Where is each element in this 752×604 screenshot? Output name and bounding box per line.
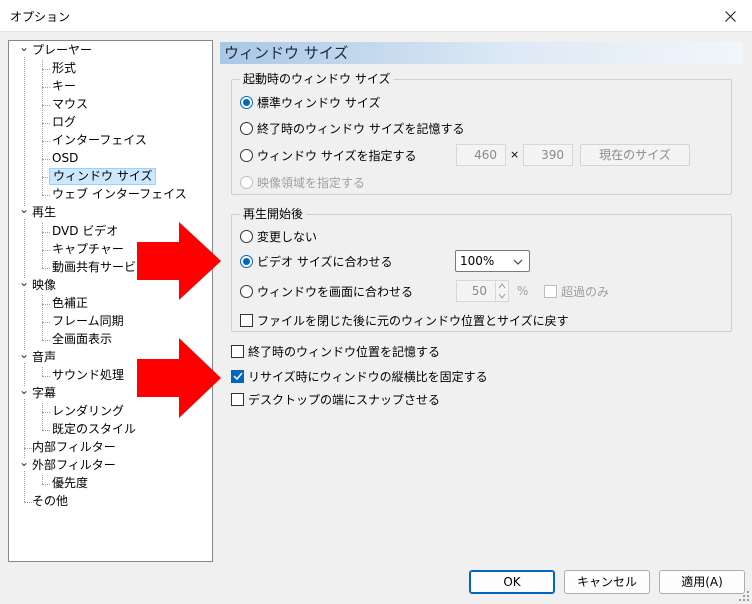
tree-item[interactable]: 内部フィルター bbox=[29, 439, 119, 456]
radio-no-change-label: 変更しない bbox=[257, 229, 318, 244]
checkbox-icon bbox=[231, 344, 244, 358]
radio-specify-size[interactable]: ウィンドウ サイズを指定する bbox=[240, 146, 416, 164]
tree-item[interactable]: キャプチャー bbox=[49, 241, 127, 258]
checkbox-icon bbox=[231, 392, 244, 406]
tree-item[interactable]: DVD ビデオ bbox=[49, 223, 121, 240]
percent-unit: % bbox=[517, 284, 529, 298]
checkbox-icon bbox=[240, 313, 253, 327]
radio-standard-size[interactable]: 標準ウィンドウ サイズ bbox=[240, 93, 380, 111]
radio-standard-size-label: 標準ウィンドウ サイズ bbox=[257, 95, 381, 110]
radio-specify-size-label: ウィンドウ サイズを指定する bbox=[257, 148, 417, 163]
screen-percent-spinner[interactable] bbox=[495, 280, 509, 302]
radio-icon bbox=[240, 284, 253, 298]
tree-item[interactable]: 外部フィルター bbox=[29, 457, 119, 474]
radio-icon bbox=[240, 148, 253, 162]
radio-icon bbox=[240, 229, 253, 243]
radio-no-change[interactable]: 変更しない bbox=[240, 227, 317, 245]
window-title: オプション bbox=[10, 10, 71, 24]
tree-item[interactable]: プレーヤー bbox=[29, 42, 95, 59]
tree-item[interactable]: 形式 bbox=[49, 60, 79, 77]
checkbox-icon bbox=[544, 284, 557, 298]
tree-item[interactable]: 動画共有サービス bbox=[49, 259, 151, 276]
times-sign: × bbox=[510, 148, 520, 161]
tree-connector-line bbox=[42, 403, 43, 431]
tree-item[interactable]: 色補正 bbox=[49, 295, 91, 312]
page-title: ウィンドウ サイズ bbox=[220, 42, 743, 64]
radio-video-area[interactable]: 映像領域を指定する bbox=[240, 173, 365, 191]
radio-video-area-label: 映像領域を指定する bbox=[257, 175, 366, 190]
height-input[interactable]: 390 bbox=[523, 144, 573, 166]
options-tree[interactable]: ⌄ プレーヤー 形式 キー マウス ログ インターフェイス OSD ウィンドウ サイズ ウェブ イ… bbox=[8, 40, 213, 562]
checkbox-lock-aspect-label: リサイズ時にウィンドウの縦横比を固定する bbox=[248, 369, 488, 384]
checkbox-lock-aspect[interactable]: リサイズ時にウィンドウの縦横比を固定する bbox=[231, 367, 488, 385]
tree-item[interactable]: 字幕 bbox=[29, 385, 59, 402]
spin-up-icon bbox=[498, 283, 506, 289]
apply-button[interactable]: 適用(A) bbox=[659, 570, 745, 594]
zoom-select[interactable]: 100% bbox=[455, 250, 530, 272]
tree-item[interactable]: ウェブ インターフェイス bbox=[49, 186, 190, 203]
tree-item[interactable]: サウンド処理 bbox=[49, 367, 127, 384]
current-size-button[interactable]: 現在のサイズ bbox=[580, 144, 690, 166]
chevron-down-icon bbox=[513, 259, 523, 265]
checkbox-remember-position[interactable]: 終了時のウィンドウ位置を記憶する bbox=[231, 342, 440, 360]
tree-item[interactable]: 映像 bbox=[29, 277, 59, 294]
radio-fit-video[interactable]: ビデオ サイズに合わせる bbox=[240, 252, 392, 270]
checkbox-snap-to-edge-label: デスクトップの端にスナップさせる bbox=[248, 392, 441, 407]
tree-item[interactable]: フレーム同期 bbox=[49, 313, 127, 330]
radio-icon bbox=[240, 121, 253, 135]
width-input[interactable]: 460 bbox=[456, 144, 506, 166]
checkbox-remember-position-label: 終了時のウィンドウ位置を記憶する bbox=[248, 344, 441, 359]
radio-disabled-icon bbox=[240, 175, 253, 189]
tree-connector-line bbox=[42, 366, 43, 376]
playback-start-legend: 再生開始後 bbox=[240, 207, 307, 221]
zoom-select-value: 100% bbox=[460, 254, 495, 268]
dialog-footer: OK キャンセル 適用(A) bbox=[0, 562, 752, 604]
checkbox-over-only-label: 超過のみ bbox=[561, 284, 610, 299]
checkbox-restore-on-close-label: ファイルを閉じた後に元のウィンドウ位置とサイズに戻す bbox=[257, 313, 569, 328]
tree-item[interactable]: 音声 bbox=[29, 349, 59, 366]
radio-checked-icon bbox=[240, 95, 253, 109]
ok-button[interactable]: OK bbox=[469, 570, 555, 594]
tree-item[interactable]: OSD bbox=[49, 150, 81, 167]
red-arrow-icon bbox=[137, 338, 221, 418]
startup-size-legend: 起動時のウィンドウ サイズ bbox=[240, 72, 394, 86]
radio-remember-size[interactable]: 終了時のウィンドウ サイズを記憶する bbox=[240, 119, 464, 137]
tree-connector-line bbox=[42, 60, 43, 196]
checkbox-snap-to-edge[interactable]: デスクトップの端にスナップさせる bbox=[231, 390, 440, 408]
resize-grip-icon[interactable] bbox=[738, 590, 750, 602]
close-icon bbox=[724, 10, 736, 22]
radio-checked-icon bbox=[240, 254, 253, 268]
radio-fit-video-label: ビデオ サイズに合わせる bbox=[257, 254, 393, 269]
radio-fit-screen[interactable]: ウィンドウを画面に合わせる bbox=[240, 282, 413, 300]
title-bar: オプション bbox=[0, 0, 752, 32]
checkmark-icon bbox=[232, 372, 243, 380]
cancel-button[interactable]: キャンセル bbox=[564, 570, 650, 594]
tree-item[interactable]: ウィンドウ サイズ bbox=[49, 168, 157, 186]
tree-connector-line bbox=[42, 294, 43, 340]
tree-item[interactable]: 再生 bbox=[29, 204, 59, 221]
tree-item[interactable]: キー bbox=[49, 78, 79, 95]
screen-percent-input[interactable]: 50 bbox=[456, 280, 496, 302]
spin-down-icon bbox=[498, 293, 506, 299]
tree-item[interactable]: 全画面表示 bbox=[49, 331, 115, 348]
red-arrow-icon bbox=[137, 222, 221, 300]
tree-item[interactable]: インターフェイス bbox=[49, 132, 150, 149]
checkbox-over-only[interactable]: 超過のみ bbox=[544, 282, 609, 300]
close-button[interactable] bbox=[716, 4, 744, 28]
radio-fit-screen-label: ウィンドウを画面に合わせる bbox=[257, 284, 414, 299]
tree-item[interactable]: 優先度 bbox=[49, 475, 91, 492]
tree-item[interactable]: その他 bbox=[29, 493, 71, 510]
tree-item[interactable]: 既定のスタイル bbox=[49, 421, 139, 438]
tree-item[interactable]: マウス bbox=[49, 96, 91, 113]
tree-item[interactable]: レンダリング bbox=[49, 403, 127, 420]
checkbox-checked-icon bbox=[231, 369, 244, 383]
radio-remember-size-label: 終了時のウィンドウ サイズを記憶する bbox=[257, 121, 465, 136]
tree-item[interactable]: ログ bbox=[49, 114, 79, 131]
checkbox-restore-on-close[interactable]: ファイルを閉じた後に元のウィンドウ位置とサイズに戻す bbox=[240, 311, 569, 329]
tree-connector-line bbox=[42, 475, 43, 485]
tree-connector-line bbox=[42, 222, 43, 268]
